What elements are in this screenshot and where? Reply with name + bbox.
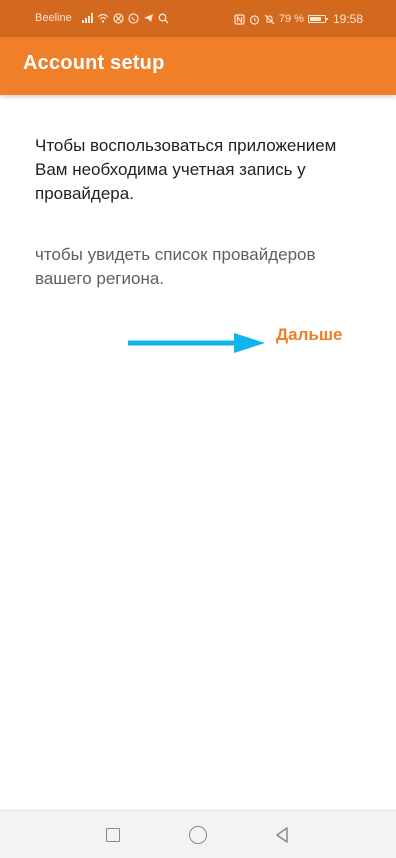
mute-icon [264,14,275,24]
page-title: Account setup [23,52,165,74]
info-paragraph-2: чтобы увидеть список провайдеров вашего … [35,245,316,288]
arrow-right-icon [128,333,265,353]
wifi-icon [97,13,109,23]
alarm-icon [249,14,259,25]
app-bar: Account setup [0,37,396,95]
recents-square-icon[interactable] [102,824,124,846]
telegram-icon [143,14,153,22]
nfc-icon [234,13,245,25]
status-left-group: Beeline [35,12,169,24]
status-right-group: 79 % 19:58 [234,12,363,26]
info-paragraph-1: Чтобы воспользоваться приложением Вам не… [35,136,337,203]
navigation-bar [0,810,396,858]
battery-percent: 79 % [278,13,304,25]
home-circle-icon[interactable] [187,824,209,846]
next-button[interactable]: Дальше [276,325,342,345]
signal-icon [81,13,93,23]
whatsapp-icon [128,12,139,24]
search-icon [158,13,169,23]
battery-icon [307,15,328,23]
back-triangle-icon[interactable] [271,824,293,846]
clock: 19:58 [332,12,363,26]
blocked-icon [113,12,124,24]
status-bar: Beeline 79 % 19:58 [0,0,396,37]
carrier-label: Beeline [35,12,72,24]
